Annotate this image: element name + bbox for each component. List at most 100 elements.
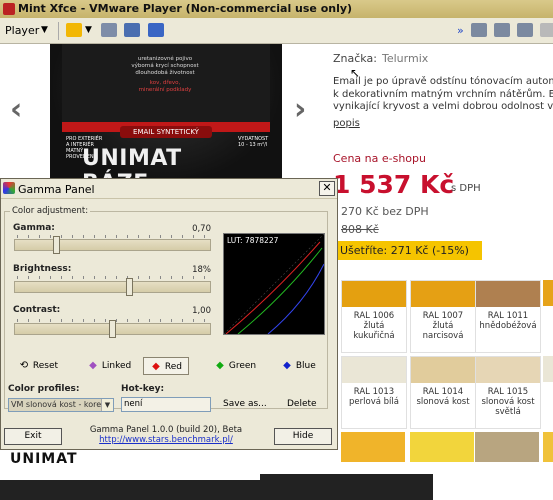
savings-badge: Ušetříte: 271 Kč (-15%) (336, 241, 482, 260)
price: 1 537 Kč (333, 170, 455, 199)
dialog-title: Gamma Panel (18, 183, 95, 196)
device-3-icon[interactable] (517, 23, 533, 37)
contrast-value: 1,00 (192, 306, 211, 316)
window-title: Mint Xfce - VMware Player (Non-commercia… (18, 2, 353, 15)
old-price: 808 Kč (341, 223, 379, 236)
blue-channel-button[interactable]: ◆ Blue (281, 357, 316, 375)
reset-button[interactable]: ⟲ Reset (18, 357, 58, 375)
swatch-color (342, 357, 406, 383)
fullscreen-icon[interactable] (124, 23, 140, 37)
swatch-color (476, 357, 540, 383)
gamma-value: 0,70 (192, 224, 211, 234)
brightness-value: 18% (192, 265, 211, 275)
linked-label: Linked (101, 361, 132, 371)
price-suffix: s DPH (451, 183, 481, 194)
linked-button[interactable]: ◆ Linked (87, 357, 131, 375)
swatch-ral-1006[interactable]: RAL 1006 žlutá kukuřičná (341, 280, 407, 353)
swatch-edge[interactable] (543, 280, 553, 306)
exit-button[interactable]: Exit (4, 428, 62, 445)
player-menu[interactable]: Player (5, 24, 39, 37)
prev-arrow-icon[interactable]: ‹ (10, 92, 22, 127)
contrast-label: Contrast: (13, 305, 61, 315)
screen: Mint Xfce - VMware Player (Non-commercia… (0, 0, 553, 500)
green-channel-button[interactable]: ◆ Green (214, 357, 256, 375)
swatch-edge[interactable] (543, 432, 553, 462)
swatch-ral-1007[interactable]: RAL 1007 žlutá narcisová (410, 280, 476, 353)
can-line: uretanizovné pojivo (137, 56, 193, 62)
price-without-vat: 270 Kč bez DPH (341, 205, 429, 218)
can-text: uretanizovné pojivo výborná krycí schopn… (120, 56, 210, 77)
lut-graph: LUT: 7878227 (223, 233, 325, 335)
vmware-logo-icon (3, 3, 15, 15)
can-line: minerální podklady (138, 87, 192, 93)
lut-curve-red (225, 241, 321, 334)
description-link[interactable]: popis (333, 118, 360, 129)
description-line: vynikající kryvost a velmi dobrou odolno… (333, 101, 553, 112)
can-line: kov, dřevo, (149, 80, 181, 86)
swatch-color (411, 281, 475, 307)
can-text-red: kov, dřevo, minerální podklady (120, 80, 210, 94)
red-channel-button[interactable]: ◆ Red (143, 357, 189, 375)
version-info: Gamma Panel 1.0.0 (build 20), Beta http:… (71, 425, 261, 445)
brightness-label: Brightness: (13, 264, 72, 274)
delete-button[interactable]: Delete (287, 399, 317, 409)
device-4-icon[interactable] (540, 23, 553, 37)
brand-value[interactable]: Telurmix (382, 52, 428, 65)
price-label: Cena na e-shopu (333, 152, 426, 165)
unity-icon[interactable] (148, 23, 164, 37)
pause-icon[interactable] (66, 23, 82, 37)
gamma-panel-icon (3, 182, 15, 194)
swatch-edge[interactable] (543, 356, 553, 382)
lut-curve-green (237, 247, 323, 334)
device-1-icon[interactable] (471, 23, 487, 37)
product-description: Email je po úpravě odstínu tónovacím aut… (333, 76, 553, 114)
swatch-label: RAL 1013 perlová bílá (349, 387, 399, 407)
swatch-ral-1014[interactable]: RAL 1014 slonová kost (410, 356, 476, 429)
gamma-label: Gamma: (13, 223, 55, 233)
chevron-down-icon[interactable]: ▼ (41, 25, 48, 35)
swatch-row3[interactable] (475, 432, 539, 462)
swatch-label: RAL 1011 hnědobéžová (479, 311, 537, 331)
reset-icon: ⟲ (19, 360, 29, 371)
chevron-down-icon[interactable]: ▼ (85, 25, 92, 35)
version-text: Gamma Panel 1.0.0 (build 20), Beta (89, 425, 243, 435)
color-profile-select[interactable]: VM slonová kost - korek ▼ (8, 398, 114, 412)
group-label: Color adjustment: (10, 206, 91, 216)
profiles-label: Color profiles: (8, 384, 80, 394)
swatch-label: RAL 1015 slonová kost světlá (481, 387, 535, 417)
device-2-icon[interactable] (494, 23, 510, 37)
swatch-row3[interactable] (410, 432, 474, 462)
send-keys-icon[interactable] (101, 23, 117, 37)
swatch-ral-1013[interactable]: RAL 1013 perlová bílá (341, 356, 407, 429)
gamma-ticks (17, 235, 209, 238)
vm-title-bar: Mint Xfce - VMware Player (Non-commercia… (0, 0, 553, 18)
more-icon[interactable]: » (457, 24, 467, 38)
green-label: Green (228, 361, 257, 371)
save-as-button[interactable]: Save as... (223, 399, 267, 409)
can-line: dlouhodobá životnost (135, 70, 195, 76)
red-diamond-icon: ◆ (152, 361, 160, 372)
gamma-slider[interactable] (14, 239, 211, 251)
brightness-slider[interactable] (14, 281, 211, 293)
swatch-ral-1011[interactable]: RAL 1011 hnědobéžová (475, 280, 541, 353)
swatch-row3[interactable] (341, 432, 405, 462)
brand-label: Značka: (333, 52, 377, 65)
linked-icon: ◆ (89, 360, 97, 371)
hotkey-field[interactable]: není (121, 397, 211, 412)
swatch-label: RAL 1006 žlutá kukuřičná (353, 311, 395, 341)
can-email-badge: EMAIL SYNTETICKÝ (120, 126, 212, 138)
swatch-label: RAL 1014 slonová kost (416, 387, 470, 407)
contrast-slider-thumb[interactable] (109, 320, 116, 338)
next-arrow-icon[interactable]: › (294, 92, 306, 127)
close-button[interactable]: ✕ (319, 181, 335, 196)
blue-diamond-icon: ◆ (283, 360, 291, 371)
can-line: výborná krycí schopnost (131, 63, 199, 69)
page-bottom-white (0, 474, 260, 480)
brightness-slider-thumb[interactable] (126, 278, 133, 296)
website-link[interactable]: http://www.stars.benchmark.pl/ (99, 435, 233, 445)
dialog-title-bar[interactable]: Gamma Panel (1, 179, 337, 199)
chevron-down-icon[interactable]: ▼ (101, 399, 113, 411)
hide-button[interactable]: Hide (274, 428, 332, 445)
swatch-ral-1015[interactable]: RAL 1015 slonová kost světlá (475, 356, 541, 429)
gamma-slider-thumb[interactable] (53, 236, 60, 254)
